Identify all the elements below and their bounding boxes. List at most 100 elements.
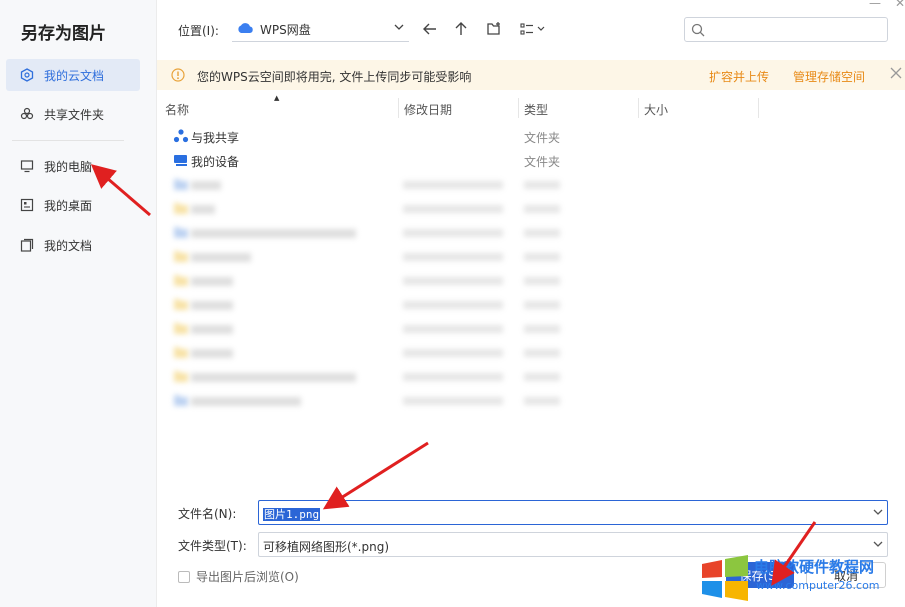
manage-storage-link[interactable]: 管理存储空间 — [793, 68, 865, 85]
blurred-type — [524, 253, 560, 261]
toolbar: — ✕ 位置(I): WPS网盘 — [157, 0, 905, 58]
sidebar-item-cloud-docs[interactable]: 我的云文档 — [6, 59, 140, 91]
blurred-date — [403, 397, 503, 405]
window-close-icon[interactable]: ✕ — [895, 0, 905, 10]
search-box[interactable] — [684, 17, 888, 42]
filename-field[interactable]: 图片1.png — [258, 500, 888, 525]
filename-value: 图片1.png — [263, 508, 321, 521]
view-mode-button[interactable] — [519, 20, 549, 38]
desktop-icon — [20, 198, 34, 212]
watermark-url: www.computer26.com — [756, 579, 880, 592]
folder-icon — [173, 177, 189, 194]
sidebar-item-label: 共享文件夹 — [44, 107, 105, 122]
sort-ascending-icon: ▲ — [274, 94, 280, 102]
blurred-name — [191, 397, 301, 406]
new-folder-button[interactable] — [485, 20, 503, 38]
export-preview-checkbox[interactable] — [178, 570, 190, 583]
column-divider[interactable] — [398, 98, 399, 118]
column-divider[interactable] — [638, 98, 639, 118]
item-name: 我的设备 — [191, 155, 240, 169]
blurred-date — [403, 205, 503, 213]
file-list-header: ▲ 名称 修改日期 类型 大小 — [157, 94, 905, 121]
list-item[interactable] — [157, 245, 905, 269]
list-item[interactable] — [157, 341, 905, 365]
column-divider[interactable] — [518, 98, 519, 118]
list-item[interactable]: 我的设备 文件夹 — [157, 148, 905, 172]
back-button[interactable] — [421, 20, 439, 38]
blurred-name — [191, 301, 233, 310]
blurred-name — [191, 349, 233, 358]
shared-people-icon — [173, 128, 189, 147]
item-name: 与我共享 — [191, 131, 240, 145]
item-type: 文件夹 — [524, 155, 561, 169]
watermark-title: 电脑软硬件教程网 — [754, 558, 875, 576]
cloud-doc-icon — [20, 68, 34, 82]
list-item[interactable] — [157, 293, 905, 317]
windows-logo-icon — [702, 555, 748, 601]
close-icon[interactable] — [890, 67, 902, 82]
sidebar-item-my-documents[interactable]: 我的文档 — [6, 229, 140, 261]
cloud-icon — [236, 22, 254, 37]
filetype-label: 文件类型(T): — [178, 539, 247, 553]
blurred-type — [524, 277, 560, 285]
location-select[interactable]: WPS网盘 — [232, 17, 409, 42]
site-watermark: 电脑软硬件教程网 www.computer26.com — [700, 552, 900, 604]
export-preview-option[interactable]: 导出图片后浏览(O) — [178, 568, 299, 585]
storage-warning-banner: 您的WPS云空间即将用完, 文件上传同步可能受影响 扩容并上传 管理存储空间 — [157, 60, 905, 90]
device-icon — [173, 152, 189, 171]
blurred-name — [191, 205, 215, 214]
search-icon — [691, 23, 705, 40]
sidebar-item-my-desktop[interactable]: 我的桌面 — [6, 189, 140, 221]
list-item[interactable] — [157, 317, 905, 341]
blurred-type — [524, 229, 560, 237]
folder-icon — [173, 225, 189, 242]
location-label: 位置(I): — [178, 24, 219, 38]
sidebar-item-shared-folder[interactable]: 共享文件夹 — [6, 98, 140, 130]
blurred-date — [403, 301, 503, 309]
blurred-type — [524, 325, 560, 333]
blurred-date — [403, 373, 503, 381]
column-modified[interactable]: 修改日期 — [404, 101, 452, 118]
chevron-down-icon — [872, 538, 884, 553]
documents-icon — [20, 238, 34, 252]
column-name[interactable]: 名称 — [165, 101, 189, 118]
list-item[interactable] — [157, 221, 905, 245]
column-type[interactable]: 类型 — [524, 101, 548, 118]
column-divider[interactable] — [758, 98, 759, 118]
expand-upload-link[interactable]: 扩容并上传 — [709, 68, 769, 85]
list-item[interactable] — [157, 389, 905, 413]
sidebar-item-my-computer[interactable]: 我的电脑 — [6, 150, 140, 182]
blurred-date — [403, 349, 503, 357]
list-item[interactable] — [157, 269, 905, 293]
list-item[interactable] — [157, 365, 905, 389]
folder-icon — [173, 273, 189, 290]
blurred-type — [524, 181, 560, 189]
search-input[interactable] — [709, 21, 879, 38]
share-folder-icon — [20, 107, 34, 121]
list-view-icon — [520, 23, 545, 35]
list-item[interactable] — [157, 173, 905, 197]
chevron-down-icon — [393, 21, 405, 36]
folder-icon — [173, 321, 189, 338]
arrow-up-icon — [455, 22, 467, 35]
warning-icon — [171, 68, 185, 85]
blurred-date — [403, 229, 503, 237]
chevron-down-icon[interactable] — [872, 506, 884, 521]
dialog-title: 另存为图片 — [21, 24, 106, 44]
list-item[interactable]: 与我共享 文件夹 — [157, 124, 905, 148]
blurred-date — [403, 181, 503, 189]
sidebar-item-label: 我的桌面 — [44, 198, 93, 213]
folder-icon — [173, 249, 189, 266]
blurred-date — [403, 277, 503, 285]
blurred-name — [191, 373, 356, 382]
window-minimize-icon[interactable]: — — [869, 0, 881, 10]
sidebar-divider — [12, 140, 124, 141]
folder-icon — [173, 297, 189, 314]
blurred-type — [524, 397, 560, 405]
blurred-name — [191, 277, 233, 286]
new-folder-icon — [487, 22, 500, 35]
up-button[interactable] — [452, 20, 470, 38]
list-item[interactable] — [157, 197, 905, 221]
column-size[interactable]: 大小 — [644, 101, 668, 118]
filename-label: 文件名(N): — [178, 507, 237, 521]
